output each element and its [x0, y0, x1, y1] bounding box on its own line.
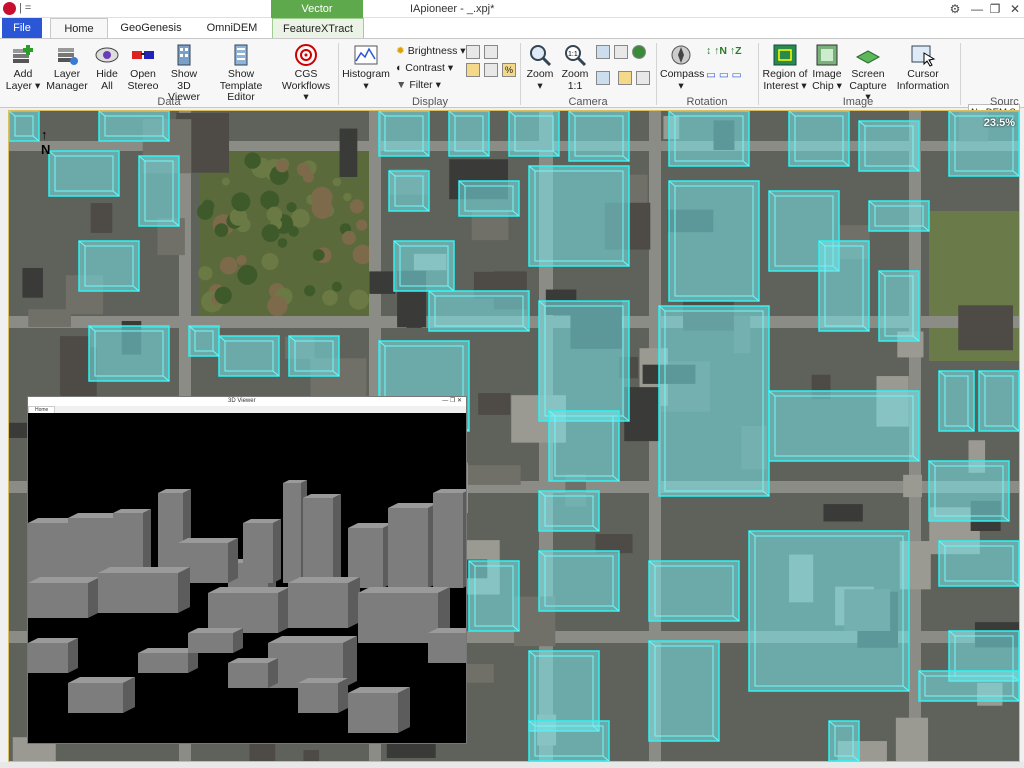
quick-access-toolbar[interactable]: | = [19, 2, 31, 14]
magnifier-1-1-icon: 1:1 [562, 43, 588, 67]
3d-viewer-title: 3D Viewer [228, 398, 256, 404]
show-template-editor-button[interactable]: Show Template Editor [207, 43, 275, 104]
north-arrow-icon: ↑ N [41, 127, 51, 157]
filter-control[interactable]: ▼ Filter ▾ [396, 79, 441, 91]
tab-featurextract[interactable]: FeatureXTract [272, 18, 364, 38]
compass-button[interactable]: Compass ▾ [660, 43, 704, 92]
north-up-icon[interactable]: ↕ ↑N ↑Z [706, 45, 742, 57]
3d-viewer-titlebar: 3D Viewer — ❐ ✕ [28, 397, 466, 406]
app-logo-icon[interactable] [3, 2, 16, 15]
close-button[interactable]: ✕ [1000, 0, 1024, 18]
histogram-small-icon[interactable] [466, 45, 480, 59]
3d-viewer-home-tab[interactable]: Home [28, 406, 56, 413]
cursor-information-button[interactable]: Cursor Information [892, 43, 954, 92]
eye-icon [94, 43, 120, 67]
grid-icon[interactable] [484, 63, 498, 77]
sharpen-icon[interactable] [466, 63, 480, 77]
group-separator [520, 43, 521, 105]
tab-home[interactable]: Home [50, 18, 108, 38]
image-chip-button[interactable]: Image Chip ▾ [810, 43, 844, 92]
open-stereo-button[interactable]: Open Stereo [125, 43, 161, 92]
group-separator [758, 43, 759, 105]
3d-viewer-tabs: Home [28, 406, 466, 413]
3d-viewer-window-controls[interactable]: — ❐ ✕ [442, 397, 462, 404]
group-label-data: Data [157, 96, 181, 108]
histogram-icon [353, 43, 379, 67]
layer-manager-button[interactable]: Layer Manager [44, 43, 90, 92]
filter-icon: ▼ [396, 79, 407, 91]
percent-icon[interactable]: % [502, 63, 516, 77]
title-bar: | = Vector IApioneer - _.xpj* ⚙ — ❐ ✕ [0, 0, 1024, 18]
rotate-icons[interactable]: ▭ ▭ ▭ [706, 69, 742, 81]
region-of-interest-button[interactable]: Region of Interest ▾ [762, 43, 808, 92]
tab-geogenesis[interactable]: GeoGenesis [112, 18, 190, 38]
group-separator [960, 43, 961, 105]
magnifier-icon [527, 43, 553, 67]
zoom-region-icon[interactable] [614, 45, 628, 59]
group-label-display: Display [411, 96, 449, 108]
show-3d-viewer-button[interactable]: Show 3D Viewer [163, 43, 205, 104]
contrast-control[interactable]: ◐ Contrast ▾ [396, 62, 453, 74]
region-of-interest-icon [772, 43, 798, 67]
group-label-camera: Camera [568, 96, 608, 108]
brightness-control[interactable]: ✹ Brightness ▾ [396, 45, 466, 57]
cgs-workflows-button[interactable]: CGS Workflows ▾ [278, 43, 334, 104]
hide-all-button[interactable]: Hide All [92, 43, 122, 92]
tab-file[interactable]: File [2, 18, 42, 38]
ribbon: Add Layer ▾ Layer Manager Hide All Open … [0, 38, 1024, 122]
link-icon[interactable] [618, 71, 632, 85]
svg-text:1:1: 1:1 [568, 51, 578, 58]
building-3d-icon [171, 43, 197, 67]
vector-context-label: Vector [271, 0, 363, 18]
group-label-source: Sourc [990, 96, 1019, 108]
status-bar [0, 762, 1024, 768]
image-chip-icon [814, 43, 840, 67]
window-title: IApioneer - _.xpj* [410, 3, 495, 15]
3d-viewer-window[interactable]: 3D Viewer — ❐ ✕ Home [27, 396, 476, 744]
zoom-1-1-button[interactable]: 1:1 Zoom 1:1 [558, 43, 592, 92]
template-building-icon [228, 43, 254, 67]
group-label-image: Image [842, 96, 874, 108]
pin-icon[interactable] [636, 71, 650, 85]
contrast-icon: ◐ [396, 62, 403, 74]
screen-capture-icon [855, 43, 881, 67]
add-layer-button[interactable]: Add Layer ▾ [4, 43, 42, 92]
ribbon-tab-row: File Home GeoGenesis OmniDEM FeatureXTra… [0, 18, 1024, 38]
histogram-button[interactable]: Histogram ▾ [342, 43, 390, 92]
group-separator [656, 43, 657, 105]
screen-capture-button[interactable]: Screen Capture ▾ [846, 43, 890, 104]
fit-icon[interactable] [596, 45, 610, 59]
stereo-glasses-icon [130, 43, 156, 67]
zoom-percentage: 23.5% [983, 117, 1015, 129]
sun-icon: ✹ [396, 45, 405, 57]
view-icon[interactable] [596, 71, 610, 85]
zoom-button[interactable]: Zoom ▾ [524, 43, 556, 92]
3d-city-render [28, 413, 476, 743]
add-layer-icon [10, 43, 36, 67]
globe-icon[interactable] [632, 45, 646, 59]
target-icon [293, 43, 319, 67]
pan-small-icon[interactable] [484, 45, 498, 59]
group-label-rotation: Rotation [686, 96, 728, 108]
group-separator [338, 43, 339, 105]
cursor-info-icon [910, 43, 936, 67]
tab-omnidem[interactable]: OmniDEM [192, 18, 272, 38]
layer-manager-icon [54, 43, 80, 67]
compass-icon [668, 43, 694, 67]
